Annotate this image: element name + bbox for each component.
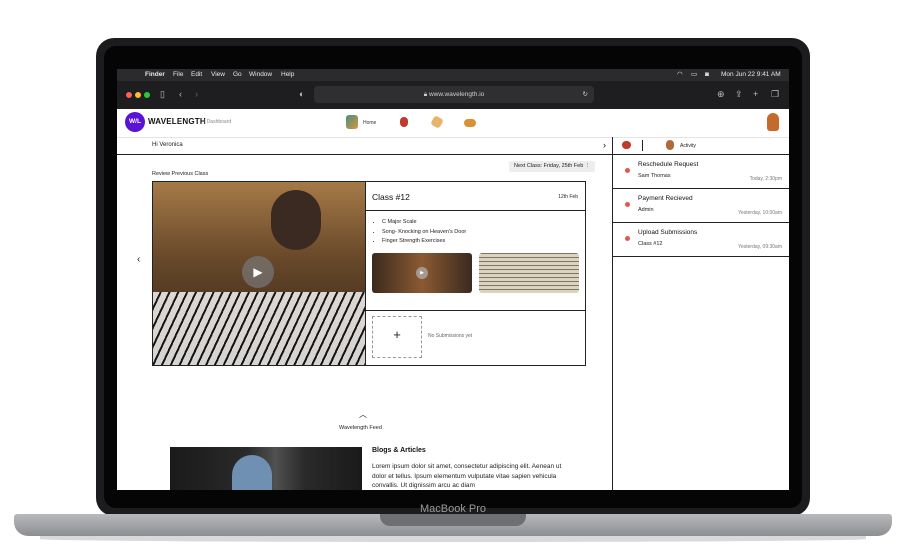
greeting: Hi Veronica bbox=[152, 142, 183, 148]
activity-item[interactable]: Reschedule Request Sam Thomas Today, 2:3… bbox=[613, 155, 789, 189]
user-switch-icon[interactable]: ◙ bbox=[705, 69, 709, 81]
greeting-bar: Hi Veronica › bbox=[117, 137, 612, 155]
zoom-window-button[interactable] bbox=[144, 92, 150, 98]
section-tag: | Dashboard bbox=[204, 119, 232, 125]
activity-item[interactable]: Payment Recieved Admin Yesterday, 10:00a… bbox=[613, 189, 789, 223]
menu-go[interactable]: Go bbox=[233, 69, 242, 81]
divider bbox=[366, 310, 586, 311]
next-class-badge[interactable]: Next Class: Friday, 25th Feb ⋮ bbox=[509, 161, 596, 172]
class-date: 12th Feb bbox=[558, 194, 578, 200]
activity-item-title: Upload Submissions bbox=[638, 229, 698, 236]
activity-item-title: Payment Recieved bbox=[638, 195, 693, 202]
video-piano-keys bbox=[153, 292, 365, 365]
blog-body: Lorem ipsum dolor sit amet, consectetur … bbox=[372, 463, 562, 489]
blog-title[interactable]: Blogs & Articles bbox=[372, 447, 426, 454]
cap-figure bbox=[232, 455, 272, 490]
activity-item[interactable]: Upload Submissions Class #12 Yesterday, … bbox=[613, 223, 789, 257]
minimize-window-button[interactable] bbox=[135, 92, 141, 98]
activity-header: Activity bbox=[613, 137, 789, 155]
menubar-datetime[interactable]: Mon Jun 22 9:41 AM bbox=[721, 69, 781, 81]
no-submissions-text: No Submissions yet bbox=[428, 333, 473, 339]
activity-icon[interactable] bbox=[666, 140, 674, 150]
add-submission-button[interactable]: + bbox=[372, 316, 422, 358]
play-icon[interactable]: ▶ bbox=[242, 256, 274, 288]
guitar-video-thumbnail[interactable]: ▶ bbox=[372, 253, 472, 293]
sheet-music-thumbnail[interactable] bbox=[479, 253, 579, 293]
macos-menubar: Finder File Edit View Go Window Help ◠ ▭… bbox=[117, 69, 789, 81]
chevron-up-icon[interactable]: ︿ bbox=[359, 409, 367, 420]
privacy-shield-icon[interactable]: ◐ bbox=[299, 89, 304, 99]
hand-icon[interactable] bbox=[430, 115, 444, 129]
status-dot bbox=[625, 236, 630, 241]
forward-icon[interactable]: › bbox=[195, 89, 198, 99]
drum-icon[interactable] bbox=[464, 119, 476, 127]
notification-icon[interactable] bbox=[622, 141, 631, 149]
app-header: W/L WAVELENGTH | Dashboard Home bbox=[117, 109, 789, 138]
logo[interactable]: W/L bbox=[125, 112, 145, 132]
more-vertical-icon[interactable]: ⋮ bbox=[585, 163, 591, 169]
activity-panel: Activity Reschedule Request Sam Thomas T… bbox=[612, 137, 789, 490]
activity-item-title: Reschedule Request bbox=[638, 161, 699, 168]
activity-item-sub: Sam Thomas bbox=[638, 173, 671, 179]
url-text: www.wavelength.io bbox=[428, 91, 485, 98]
blog-image[interactable] bbox=[170, 447, 362, 490]
play-icon[interactable]: ▶ bbox=[416, 267, 428, 279]
microphone-icon[interactable] bbox=[400, 117, 408, 127]
plus-icon: + bbox=[393, 327, 401, 342]
close-window-button[interactable] bbox=[126, 92, 132, 98]
topic-item: Finger Strength Exercises bbox=[382, 237, 466, 247]
new-tab-icon[interactable]: + bbox=[753, 89, 758, 99]
next-class-text: Next Class: Friday, 25th Feb bbox=[514, 163, 584, 169]
laptop-notch bbox=[380, 514, 526, 526]
sidebar-icon[interactable]: ▯ bbox=[160, 89, 165, 100]
chevron-right-icon[interactable]: › bbox=[603, 140, 606, 150]
address-bar[interactable]: 🔒︎ www.wavelength.io ↻ bbox=[314, 86, 594, 103]
menu-file[interactable]: File bbox=[173, 69, 183, 81]
activity-item-time: Today, 2:30pm bbox=[749, 176, 782, 182]
class-card: ▶ Class #12 12th Feb C Major Scale Song-… bbox=[152, 181, 586, 366]
wavelength-app: W/L WAVELENGTH | Dashboard Home Hi Veron… bbox=[117, 109, 789, 490]
screen: Finder File Edit View Go Window Help ◠ ▭… bbox=[117, 69, 789, 490]
brand-name: WAVELENGTH bbox=[148, 117, 206, 126]
class-details: Class #12 12th Feb C Major Scale Song- K… bbox=[365, 182, 586, 365]
menu-window[interactable]: Window bbox=[249, 69, 272, 81]
laptop-shadow bbox=[40, 536, 866, 542]
wifi-icon[interactable]: ◠ bbox=[677, 69, 683, 81]
activity-item-time: Yesterday, 10:00am bbox=[738, 210, 782, 216]
topic-item: Song- Knocking on Heaven's Door bbox=[382, 228, 466, 238]
browser-toolbar: ▯ ‹ › ◐ 🔒︎ www.wavelength.io ↻ ⊕ ⇪ + ❐ bbox=[117, 81, 789, 109]
feed-label: Wavelength Feed bbox=[339, 425, 382, 431]
divider bbox=[642, 140, 643, 151]
battery-icon[interactable]: ▭ bbox=[691, 69, 697, 81]
class-video[interactable]: ▶ bbox=[153, 182, 365, 365]
activity-item-sub: Admin bbox=[638, 207, 654, 213]
reload-icon[interactable]: ↻ bbox=[583, 86, 588, 103]
topic-item: C Major Scale bbox=[382, 218, 466, 228]
menu-view[interactable]: View bbox=[211, 69, 225, 81]
status-dot bbox=[625, 202, 630, 207]
menu-edit[interactable]: Edit bbox=[191, 69, 202, 81]
divider bbox=[366, 210, 586, 211]
user-avatar[interactable] bbox=[767, 113, 779, 131]
menu-finder[interactable]: Finder bbox=[145, 69, 165, 81]
menu-help[interactable]: Help bbox=[281, 69, 294, 81]
nav-home-label[interactable]: Home bbox=[363, 120, 376, 126]
activity-item-time: Yesterday, 09:30am bbox=[738, 244, 782, 250]
tab-overview-icon[interactable]: ❐ bbox=[771, 89, 779, 100]
status-dot bbox=[625, 168, 630, 173]
activity-title[interactable]: Activity bbox=[680, 143, 696, 149]
back-icon[interactable]: ‹ bbox=[179, 89, 182, 99]
video-person-head bbox=[271, 190, 321, 250]
activity-item-sub: Class #12 bbox=[638, 241, 663, 247]
class-title: Class #12 bbox=[372, 192, 410, 202]
downloads-icon[interactable]: ⊕ bbox=[717, 89, 725, 100]
home-icon[interactable] bbox=[346, 115, 358, 129]
share-icon[interactable]: ⇪ bbox=[735, 89, 743, 100]
chevron-left-icon[interactable]: ‹ bbox=[137, 254, 140, 265]
laptop-label: MacBook Pro bbox=[419, 503, 487, 515]
review-previous-class-label: Review Previous Class bbox=[152, 171, 209, 177]
topic-list: C Major Scale Song- Knocking on Heaven's… bbox=[372, 218, 466, 247]
